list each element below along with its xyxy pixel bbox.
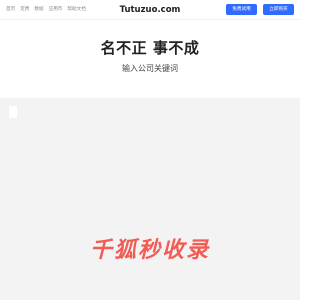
brand-logo-text[interactable]: Tutuzuo.com — [120, 4, 181, 16]
hero-subtitle: 输入公司关键词 — [122, 64, 178, 73]
watermark-text: 千狐秒收录 — [89, 238, 210, 263]
panel-toggle-tab[interactable] — [9, 106, 17, 118]
nav-link-help-docs[interactable]: 帮助文档 — [67, 6, 85, 14]
nav-link-pricing[interactable]: 定费 — [20, 6, 29, 14]
nav-link-app-market[interactable]: 应用市 — [49, 6, 63, 14]
page: 首页 定费 数据 应用市 帮助文档 Tutuzuo.com 免费试用 立即购买 … — [0, 0, 300, 300]
buy-now-button[interactable]: 立即购买 — [263, 4, 294, 15]
content-area — [0, 98, 300, 300]
nav-link-data[interactable]: 数据 — [34, 6, 43, 14]
nav-links: 首页 定费 数据 应用市 帮助文档 — [6, 6, 86, 14]
top-navigation: 首页 定费 数据 应用市 帮助文档 Tutuzuo.com 免费试用 立即购买 — [0, 0, 300, 20]
nav-link-home[interactable]: 首页 — [6, 6, 15, 14]
free-trial-button[interactable]: 免费试用 — [226, 4, 257, 15]
hero-title: 名不正 事不成 — [100, 39, 200, 57]
